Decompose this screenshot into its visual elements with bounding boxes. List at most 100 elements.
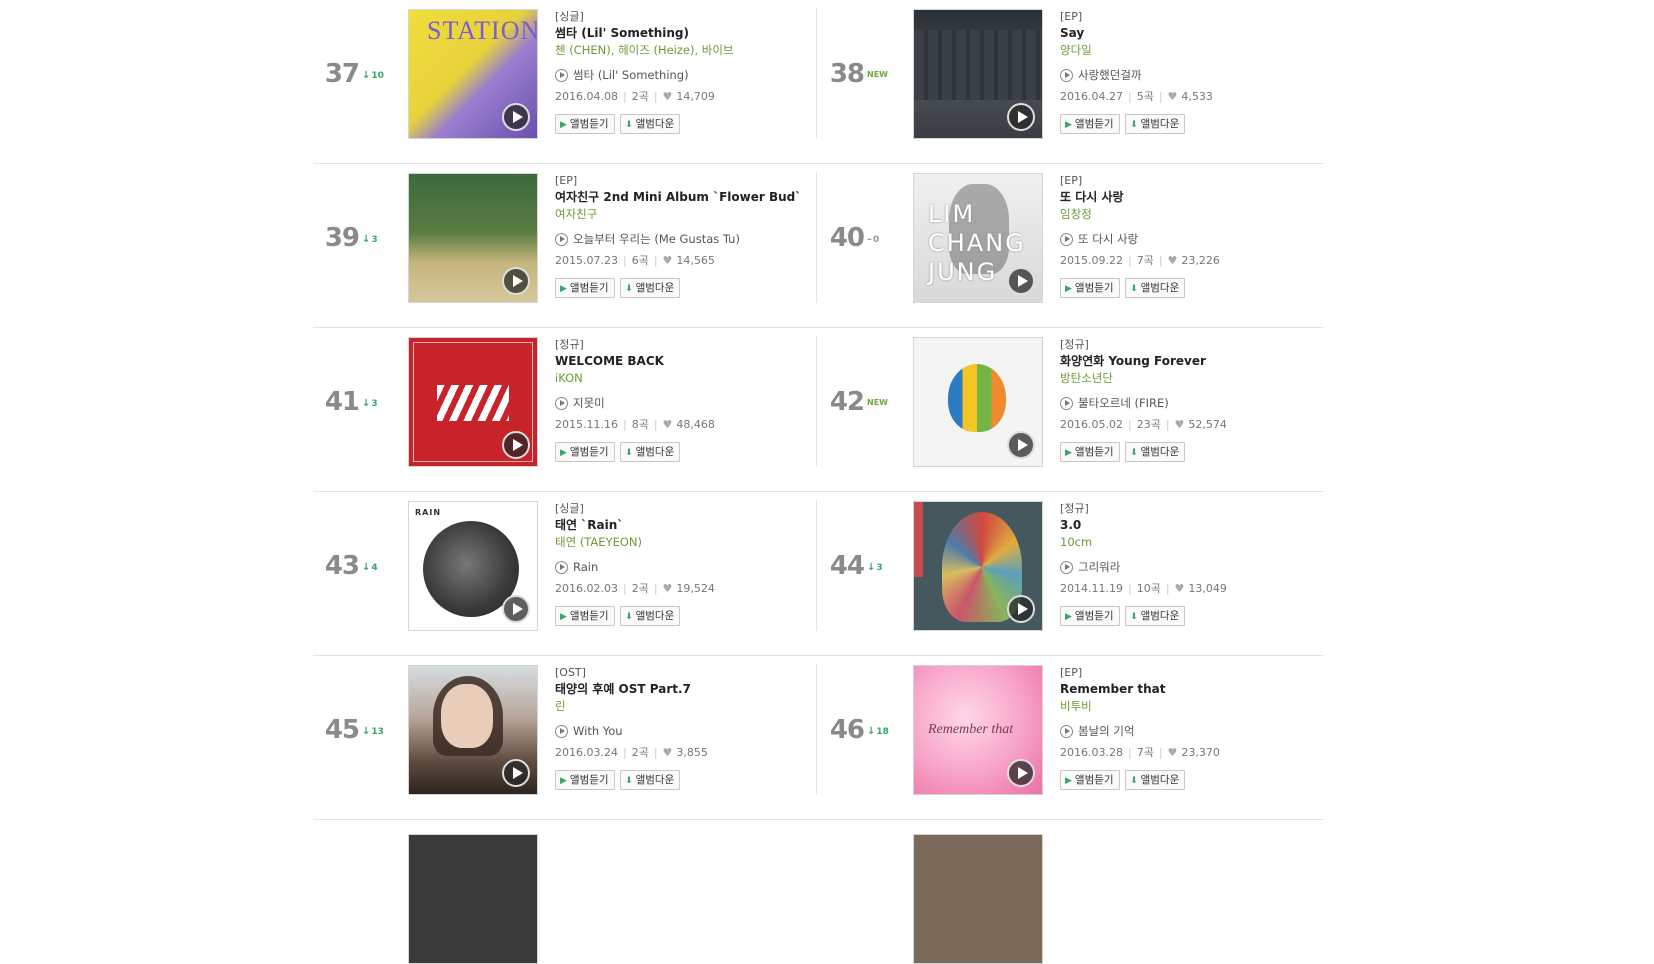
play-icon[interactable] xyxy=(1007,431,1035,459)
heart-icon[interactable]: ♥ xyxy=(1168,746,1178,759)
play-icon[interactable] xyxy=(1060,397,1073,410)
play-icon[interactable] xyxy=(555,233,568,246)
heart-icon[interactable]: ♥ xyxy=(1168,254,1178,267)
listen-album-button[interactable]: ▶ 앨범듣기 xyxy=(555,114,615,134)
like-count: 48,468 xyxy=(676,418,715,431)
album-cover[interactable]: LIM CHANG JUNG xyxy=(913,173,1043,303)
album-artist[interactable]: 양다일 xyxy=(1060,42,1300,58)
album-cover[interactable] xyxy=(408,665,538,795)
album-artist[interactable]: 비투비 xyxy=(1060,698,1300,714)
album-artist[interactable]: 10cm xyxy=(1060,534,1300,550)
album-title[interactable]: 또 다시 사랑 xyxy=(1060,189,1300,206)
heart-icon[interactable]: ♥ xyxy=(663,746,673,759)
play-icon[interactable] xyxy=(502,103,530,131)
play-icon[interactable] xyxy=(1060,233,1073,246)
play-icon[interactable] xyxy=(502,267,530,295)
play-icon[interactable] xyxy=(1007,103,1035,131)
album-cover[interactable] xyxy=(408,173,538,303)
title-track[interactable]: 봄날의 기억 xyxy=(1060,723,1300,740)
play-icon[interactable] xyxy=(555,69,568,82)
title-track[interactable]: 사랑했던걸까 xyxy=(1060,67,1300,84)
play-icon[interactable] xyxy=(1007,595,1035,623)
play-icon[interactable] xyxy=(502,431,530,459)
album-artist[interactable]: 여자친구 xyxy=(555,206,795,222)
heart-icon[interactable]: ♥ xyxy=(663,418,673,431)
play-icon[interactable] xyxy=(502,595,530,623)
album-artist[interactable]: 임창정 xyxy=(1060,206,1300,222)
album-artist[interactable]: 방탄소년단 xyxy=(1060,370,1300,386)
title-track[interactable]: 오늘부터 우리는 (Me Gustas Tu) xyxy=(555,231,795,248)
play-icon[interactable] xyxy=(1007,759,1035,787)
title-track[interactable]: 썸타 (Lil' Something) xyxy=(555,67,795,84)
album-artist[interactable]: 태연 (TAEYEON) xyxy=(555,534,795,550)
album-cover[interactable]: RAIN xyxy=(408,501,538,631)
play-icon[interactable] xyxy=(1007,267,1035,295)
album-cover[interactable] xyxy=(913,834,1043,964)
listen-album-button[interactable]: ▶ 앨범듣기 xyxy=(1060,442,1120,462)
download-album-button[interactable]: ⬇ 앨범다운 xyxy=(1125,278,1186,298)
download-album-button[interactable]: ⬇ 앨범다운 xyxy=(1125,114,1186,134)
album-title[interactable]: 여자친구 2nd Mini Album `Flower Bud` xyxy=(555,189,801,206)
play-icon[interactable] xyxy=(555,725,568,738)
track-count: 23곡 xyxy=(1136,418,1161,431)
listen-album-button[interactable]: ▶ 앨범듣기 xyxy=(555,442,615,462)
listen-album-button[interactable]: ▶ 앨범듣기 xyxy=(555,606,615,626)
album-info: [EP] 또 다시 사랑 임창정 또 다시 사랑 2015.09.22 | 7곡 | ♥… xyxy=(1060,173,1300,298)
title-track[interactable]: 지못미 xyxy=(555,395,795,412)
play-icon: ▶ xyxy=(560,284,567,294)
heart-icon[interactable]: ♥ xyxy=(1175,418,1185,431)
listen-album-button[interactable]: ▶ 앨범듣기 xyxy=(1060,770,1120,790)
play-icon[interactable] xyxy=(1060,561,1073,574)
listen-album-button[interactable]: ▶ 앨범듣기 xyxy=(1060,606,1120,626)
album-artist[interactable]: iKON xyxy=(555,370,795,386)
album-cover[interactable] xyxy=(913,9,1043,139)
album-cover[interactable] xyxy=(408,337,538,467)
heart-icon[interactable]: ♥ xyxy=(663,90,673,103)
play-icon[interactable] xyxy=(1060,725,1073,738)
listen-album-button[interactable]: ▶ 앨범듣기 xyxy=(555,278,615,298)
album-title[interactable]: 썸타 (Lil' Something) xyxy=(555,25,795,42)
heart-icon[interactable]: ♥ xyxy=(663,582,673,595)
listen-album-button[interactable]: ▶ 앨범듣기 xyxy=(555,770,615,790)
title-track[interactable]: 불타오르네 (FIRE) xyxy=(1060,395,1300,412)
album-artist[interactable]: 린 xyxy=(555,698,795,714)
album-title[interactable]: Remember that xyxy=(1060,681,1300,698)
download-album-button[interactable]: ⬇ 앨범다운 xyxy=(1125,770,1186,790)
release-date: 2014.11.19 xyxy=(1060,582,1123,595)
download-album-button[interactable]: ⬇ 앨범다운 xyxy=(1125,442,1186,462)
heart-icon[interactable]: ♥ xyxy=(663,254,673,267)
album-title[interactable]: Say xyxy=(1060,25,1300,42)
release-date: 2016.03.24 xyxy=(555,746,618,759)
play-icon[interactable] xyxy=(555,561,568,574)
play-icon[interactable] xyxy=(555,397,568,410)
download-album-button[interactable]: ⬇ 앨범다운 xyxy=(1125,606,1186,626)
album-title[interactable]: 태양의 후예 OST Part.7 xyxy=(555,681,795,698)
download-album-button[interactable]: ⬇ 앨범다운 xyxy=(620,770,681,790)
download-album-button[interactable]: ⬇ 앨범다운 xyxy=(620,606,681,626)
rank-change-new-badge: NEW xyxy=(867,398,888,407)
download-album-button[interactable]: ⬇ 앨범다운 xyxy=(620,278,681,298)
album-cover[interactable] xyxy=(408,834,538,964)
play-icon[interactable] xyxy=(502,759,530,787)
title-track[interactable]: 그리워라 xyxy=(1060,559,1300,576)
album-cover[interactable]: STATION xyxy=(408,9,538,139)
heart-icon[interactable]: ♥ xyxy=(1168,90,1178,103)
title-track[interactable]: Rain xyxy=(555,559,795,576)
album-title[interactable]: 화양연화 Young Forever xyxy=(1060,353,1300,370)
download-album-button[interactable]: ⬇ 앨범다운 xyxy=(620,442,681,462)
album-artist[interactable]: 첸 (CHEN), 헤이즈 (Heize), 바이브 xyxy=(555,42,795,58)
album-cover[interactable] xyxy=(913,501,1043,631)
album-title[interactable]: WELCOME BACK xyxy=(555,353,795,370)
album-title[interactable]: 태연 `Rain` xyxy=(555,517,795,534)
album-cover[interactable] xyxy=(913,337,1043,467)
title-track[interactable]: 또 다시 사랑 xyxy=(1060,231,1300,248)
listen-album-button[interactable]: ▶ 앨범듣기 xyxy=(1060,278,1120,298)
listen-album-button[interactable]: ▶ 앨범듣기 xyxy=(1060,114,1120,134)
album-title[interactable]: 3.0 xyxy=(1060,517,1300,534)
heart-icon[interactable]: ♥ xyxy=(1175,582,1185,595)
divider: | xyxy=(653,418,658,431)
download-album-button[interactable]: ⬇ 앨범다운 xyxy=(620,114,681,134)
play-icon[interactable] xyxy=(1060,69,1073,82)
title-track[interactable]: With You xyxy=(555,723,795,740)
album-cover[interactable]: Remember that xyxy=(913,665,1043,795)
